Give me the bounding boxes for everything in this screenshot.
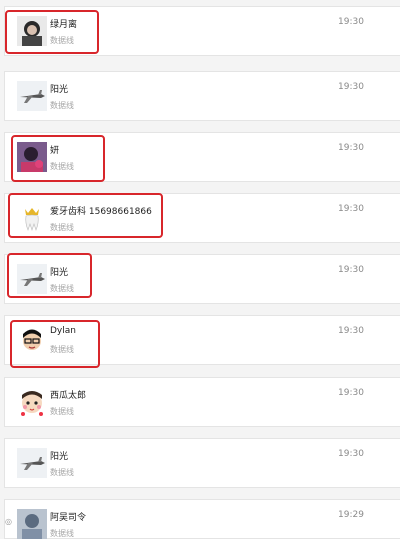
last-message: 数据线 (50, 284, 74, 293)
person-photo-icon (17, 509, 47, 539)
contact-name: 阳光 (50, 85, 69, 95)
contact-name: 妍 (50, 146, 60, 156)
contact-name: 阳光 (50, 268, 69, 278)
last-message: 数据线 (50, 101, 74, 110)
message-time: 19:30 (338, 265, 364, 275)
last-message: 数据线 (50, 529, 74, 538)
airplane-icon (17, 81, 47, 111)
last-message: 数据线 (50, 345, 74, 354)
conversation-row[interactable]: 阿吴司令 数据线 19:29 (4, 499, 400, 539)
message-time: 19:30 (338, 143, 364, 153)
conversation-row[interactable]: 西瓜太郎 数据线 19:30 (4, 377, 400, 427)
message-time: 19:30 (338, 388, 364, 398)
conversation-row[interactable]: 爱牙齿科 15698661866 数据线 19:30 (4, 193, 400, 243)
contact-name: 阳光 (50, 452, 69, 462)
person-photo-icon (17, 16, 47, 46)
conversation-row[interactable]: 阳光 数据线 19:30 (4, 254, 400, 304)
message-time: 19:30 (338, 326, 364, 336)
contact-name: 绿月离 (50, 20, 78, 30)
last-message: 数据线 (50, 36, 74, 45)
contact-name: 阿吴司令 (50, 513, 87, 523)
message-time: 19:30 (338, 17, 364, 27)
last-message: 数据线 (50, 162, 74, 171)
contact-name: 西瓜太郎 (50, 391, 87, 401)
conversation-row[interactable]: 阳光 数据线 19:30 (4, 71, 400, 121)
tooth-crown-icon (17, 203, 47, 233)
contact-name: Dylan (50, 326, 76, 336)
message-time: 19:29 (338, 510, 364, 520)
airplane-icon (17, 264, 47, 294)
conversation-row[interactable]: 绿月离 数据线 19:30 (4, 6, 400, 56)
conversation-row[interactable]: Dylan 数据线 19:30 (4, 315, 400, 365)
conversation-row[interactable]: 妍 数据线 19:30 (4, 132, 400, 182)
watermark: ◎ (5, 517, 12, 526)
contact-name: 爱牙齿科 15698661866 (50, 207, 152, 217)
message-time: 19:30 (338, 82, 364, 92)
airplane-icon (17, 448, 47, 478)
cartoon-face-icon (17, 325, 47, 355)
message-time: 19:30 (338, 204, 364, 214)
last-message: 数据线 (50, 468, 74, 477)
person-photo-icon (17, 142, 47, 172)
conversation-row[interactable]: 阳光 数据线 19:30 (4, 438, 400, 488)
cartoon-face-icon (17, 387, 47, 417)
last-message: 数据线 (50, 407, 74, 416)
last-message: 数据线 (50, 223, 74, 232)
message-time: 19:30 (338, 449, 364, 459)
